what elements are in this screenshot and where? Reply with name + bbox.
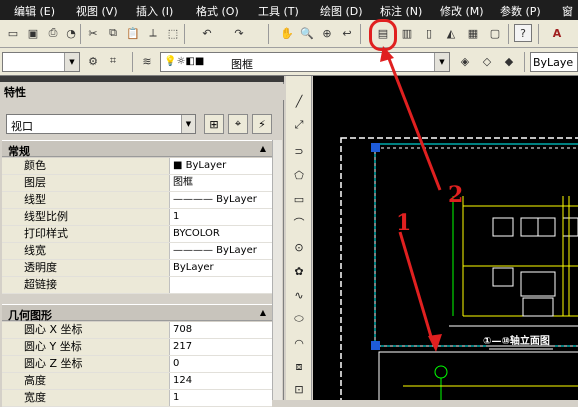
step-label-1: 1 (396, 210, 412, 236)
step-label-2: 2 (448, 182, 464, 208)
annotation-arrows (380, 46, 442, 352)
